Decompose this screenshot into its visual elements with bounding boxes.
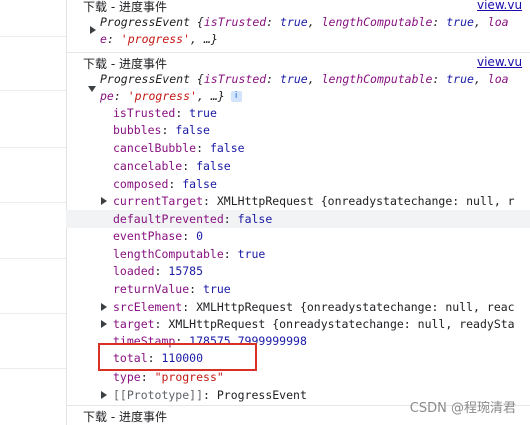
property-row[interactable]: returnValue: true [113, 281, 231, 298]
property-row[interactable]: loaded: 15785 [113, 263, 203, 280]
message-title: 下载 - 进度事件 [83, 0, 167, 14]
property-row[interactable]: target: XMLHttpRequest {onreadystatechan… [113, 316, 515, 333]
property-row[interactable]: type: "progress" [113, 369, 224, 386]
property-row[interactable]: isTrusted: true [113, 105, 217, 122]
property-row[interactable]: currentTarget: XMLHttpRequest {onreadyst… [113, 193, 515, 210]
left-pane-divider [0, 90, 66, 91]
object-summary-continuation: pe: 'progress', …} i [100, 88, 242, 105]
left-pane-divider [0, 202, 66, 203]
message-separator [66, 52, 530, 53]
left-pane-divider [0, 36, 66, 37]
left-pane [0, 0, 67, 425]
property-row[interactable]: bubbles: false [113, 122, 210, 139]
property-row[interactable]: composed: false [113, 176, 217, 193]
property-row[interactable]: srcElement: XMLHttpRequest {onreadystate… [113, 299, 515, 316]
message-title: 下载 - 进度事件 [83, 410, 167, 424]
left-pane-divider [0, 368, 66, 369]
expand-toggle-icon[interactable] [90, 26, 96, 34]
watermark: CSDN @程琬清君 [409, 401, 516, 416]
expand-toggle-icon[interactable] [101, 197, 107, 205]
property-row[interactable]: lengthComputable: true [113, 246, 265, 263]
property-row[interactable]: cancelBubble: false [113, 140, 245, 157]
expand-toggle-icon[interactable] [101, 391, 107, 399]
object-summary-continuation: e: 'progress', …} [100, 32, 218, 46]
info-icon[interactable]: i [230, 91, 242, 102]
property-row[interactable]: [[Prototype]]: ProgressEvent [113, 387, 307, 404]
expand-toggle-icon[interactable] [101, 303, 107, 311]
annotation-highlight-box [98, 343, 257, 371]
source-link[interactable]: view.vu [477, 55, 522, 69]
expand-toggle-icon[interactable] [101, 320, 107, 328]
object-summary[interactable]: ProgressEvent {isTrusted: true, lengthCo… [100, 14, 509, 31]
source-link[interactable]: view.vu [477, 0, 522, 12]
left-pane-divider [0, 258, 66, 259]
object-summary[interactable]: ProgressEvent {isTrusted: true, lengthCo… [100, 71, 509, 88]
property-row[interactable]: defaultPrevented: false [113, 211, 272, 228]
left-pane-divider [0, 147, 66, 148]
property-row[interactable]: eventPhase: 0 [113, 228, 203, 245]
property-row[interactable]: cancelable: false [113, 158, 231, 175]
collapse-toggle-icon[interactable] [88, 86, 96, 92]
left-pane-divider [0, 313, 66, 314]
message-title: 下载 - 进度事件 [83, 57, 167, 71]
